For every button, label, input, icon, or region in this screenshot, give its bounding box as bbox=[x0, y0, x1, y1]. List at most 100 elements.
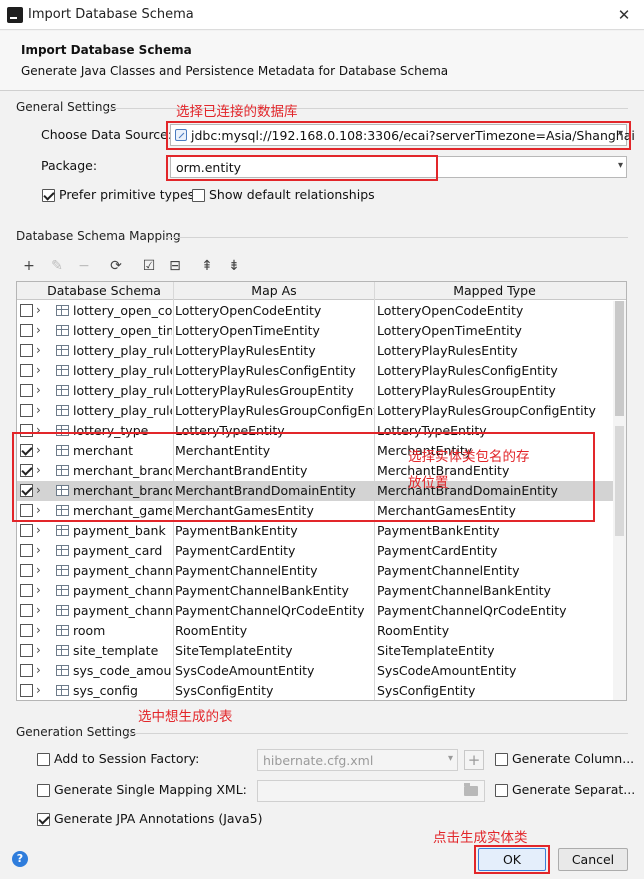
row-checkbox[interactable] bbox=[20, 584, 33, 597]
chevron-right-icon[interactable]: › bbox=[36, 303, 41, 317]
scrollbar-thumb[interactable] bbox=[615, 301, 624, 416]
table-row[interactable]: › sys_config SysConfigEntity SysConfigEntit… bbox=[17, 681, 614, 700]
check-all-icon[interactable]: ☑ bbox=[140, 256, 158, 276]
row-checkbox[interactable] bbox=[20, 424, 33, 437]
help-icon[interactable]: ? bbox=[12, 851, 28, 867]
chevron-right-icon[interactable]: › bbox=[36, 603, 41, 617]
row-checkbox[interactable] bbox=[20, 324, 33, 337]
table-scrollbar[interactable] bbox=[613, 301, 626, 700]
row-checkbox[interactable] bbox=[20, 344, 33, 357]
row-checkbox[interactable] bbox=[20, 404, 33, 417]
chevron-right-icon[interactable]: › bbox=[36, 403, 41, 417]
refresh-icon[interactable]: ⟳ bbox=[107, 256, 125, 276]
map-as-cell[interactable]: PaymentChannelQrCodeEntity bbox=[175, 603, 374, 618]
table-row[interactable]: ›lottery_open_timeLotteryOpenTimeEntityL… bbox=[17, 321, 614, 341]
ok-button[interactable]: OK bbox=[478, 848, 546, 871]
chevron-right-icon[interactable]: › bbox=[36, 683, 41, 697]
map-as-cell[interactable]: RoomEntity bbox=[175, 623, 374, 638]
mapped-type-cell[interactable]: PaymentChannelEntity bbox=[377, 563, 613, 578]
map-as-cell[interactable]: LotteryTypeEntity bbox=[175, 423, 374, 438]
generate-column-checkbox[interactable] bbox=[495, 753, 508, 766]
expand-all-icon[interactable]: ⇞ bbox=[198, 256, 216, 276]
datasource-combo[interactable]: jdbc:mysql://192.168.0.108:3306/ecai?ser… bbox=[170, 124, 635, 146]
row-checkbox[interactable] bbox=[20, 644, 33, 657]
table-row[interactable]: ›sys_code_amountSysCodeAmountEntitySysCo… bbox=[17, 661, 614, 681]
mapped-type-cell[interactable]: LotteryPlayRulesGroupEntity bbox=[377, 383, 613, 398]
row-checkbox[interactable] bbox=[20, 564, 33, 577]
table-row[interactable]: ›payment_channelPaymentChannelQrCodeEnti… bbox=[17, 601, 614, 621]
map-as-cell[interactable]: MerchantBrandDomainEntity bbox=[175, 483, 374, 498]
row-checkbox[interactable] bbox=[20, 544, 33, 557]
table-row[interactable]: › payment_card PaymentCardEntity PaymentCar… bbox=[17, 541, 614, 561]
map-as-cell[interactable]: LotteryPlayRulesGroupEntity bbox=[175, 383, 374, 398]
chevron-right-icon[interactable]: › bbox=[36, 583, 41, 597]
row-checkbox[interactable] bbox=[20, 524, 33, 537]
chevron-right-icon[interactable]: › bbox=[36, 483, 41, 497]
session-factory-checkbox[interactable] bbox=[37, 753, 50, 766]
table-row[interactable]: ›lottery_play_rulesLotteryPlayRulesGroup… bbox=[17, 401, 614, 421]
mapped-type-cell[interactable]: LotteryTypeEntity bbox=[377, 423, 613, 438]
mapped-type-cell[interactable]: SysConfigEntity bbox=[377, 683, 613, 698]
table-row[interactable]: ›payment_channelPaymentChannelBankEntity… bbox=[17, 581, 614, 601]
uncheck-all-icon[interactable]: ⊟ bbox=[166, 256, 184, 276]
mapped-type-cell[interactable]: MerchantGamesEntity bbox=[377, 503, 613, 518]
row-checkbox[interactable] bbox=[20, 504, 33, 517]
chevron-down-icon[interactable]: ▾ bbox=[448, 753, 453, 764]
close-button[interactable]: ✕ bbox=[610, 2, 638, 28]
table-row[interactable]: › payment_bank PaymentBankEntity PaymentBan… bbox=[17, 521, 614, 541]
map-as-cell[interactable]: LotteryPlayRulesGroupConfigEnti... bbox=[175, 403, 374, 418]
row-checkbox[interactable] bbox=[20, 684, 33, 697]
row-checkbox[interactable] bbox=[20, 484, 33, 497]
row-checkbox[interactable] bbox=[20, 364, 33, 377]
map-as-cell[interactable]: SysCodeAmountEntity bbox=[175, 663, 374, 678]
mapped-type-cell[interactable]: LotteryOpenCodeEntity bbox=[377, 303, 613, 318]
row-checkbox[interactable] bbox=[20, 444, 33, 457]
edit-icon[interactable]: ✎ bbox=[48, 256, 66, 276]
chevron-right-icon[interactable]: › bbox=[36, 323, 41, 337]
table-row[interactable]: ›lottery_play_rulesLotteryPlayRulesConfi… bbox=[17, 361, 614, 381]
chevron-right-icon[interactable]: › bbox=[36, 363, 41, 377]
session-factory-select[interactable]: hibernate.cfg.xml ▾ bbox=[257, 749, 458, 771]
minus-icon[interactable]: − bbox=[75, 256, 93, 276]
chevron-right-icon[interactable]: › bbox=[36, 563, 41, 577]
mapped-type-cell[interactable]: SiteTemplateEntity bbox=[377, 643, 613, 658]
prefer-primitive-checkbox[interactable] bbox=[42, 189, 55, 202]
mapped-type-cell[interactable]: LotteryPlayRulesEntity bbox=[377, 343, 613, 358]
chevron-right-icon[interactable]: › bbox=[36, 523, 41, 537]
table-row[interactable]: ›lottery_play_rulesLotteryPlayRulesGroup… bbox=[17, 381, 614, 401]
column-header-schema[interactable]: Database Schema bbox=[35, 283, 173, 298]
chevron-right-icon[interactable]: › bbox=[36, 423, 41, 437]
map-as-cell[interactable]: SiteTemplateEntity bbox=[175, 643, 374, 658]
chevron-down-icon[interactable]: ▾ bbox=[618, 128, 623, 139]
table-row[interactable]: ›lottery_open_codeLotteryOpenCodeEntityL… bbox=[17, 301, 614, 321]
chevron-right-icon[interactable]: › bbox=[36, 623, 41, 637]
row-checkbox[interactable] bbox=[20, 624, 33, 637]
chevron-right-icon[interactable]: › bbox=[36, 463, 41, 477]
row-checkbox[interactable] bbox=[20, 664, 33, 677]
table-row[interactable]: › site_template SiteTemplateEntity SiteTemp… bbox=[17, 641, 614, 661]
map-as-cell[interactable]: LotteryOpenTimeEntity bbox=[175, 323, 374, 338]
map-as-cell[interactable]: LotteryOpenCodeEntity bbox=[175, 303, 374, 318]
table-row[interactable]: ›lottery_play_rulesLotteryPlayRulesEntit… bbox=[17, 341, 614, 361]
table-row[interactable]: › merchant_brand_ MerchantBrandDomainEntit… bbox=[17, 481, 614, 501]
mapped-type-cell[interactable]: LotteryPlayRulesConfigEntity bbox=[377, 363, 613, 378]
mapped-type-cell[interactable]: LotteryPlayRulesGroupConfigEntity bbox=[377, 403, 613, 418]
chevron-right-icon[interactable]: › bbox=[36, 343, 41, 357]
show-default-checkbox[interactable] bbox=[192, 189, 205, 202]
mapped-type-cell[interactable]: PaymentBankEntity bbox=[377, 523, 613, 538]
map-as-cell[interactable]: PaymentChannelBankEntity bbox=[175, 583, 374, 598]
chevron-right-icon[interactable]: › bbox=[36, 443, 41, 457]
mapped-type-cell[interactable]: LotteryOpenTimeEntity bbox=[377, 323, 613, 338]
cancel-button[interactable]: Cancel bbox=[558, 848, 628, 871]
single-xml-checkbox[interactable] bbox=[37, 784, 50, 797]
chevron-right-icon[interactable]: › bbox=[36, 503, 41, 517]
row-checkbox[interactable] bbox=[20, 464, 33, 477]
map-as-cell[interactable]: LotteryPlayRulesEntity bbox=[175, 343, 374, 358]
map-as-cell[interactable]: MerchantGamesEntity bbox=[175, 503, 374, 518]
mapped-type-cell[interactable]: SysCodeAmountEntity bbox=[377, 663, 613, 678]
mapped-type-cell[interactable]: PaymentCardEntity bbox=[377, 543, 613, 558]
row-checkbox[interactable] bbox=[20, 384, 33, 397]
chevron-right-icon[interactable]: › bbox=[36, 543, 41, 557]
map-as-cell[interactable]: MerchantBrandEntity bbox=[175, 463, 374, 478]
column-header-mapped-type[interactable]: Mapped Type bbox=[375, 283, 614, 298]
